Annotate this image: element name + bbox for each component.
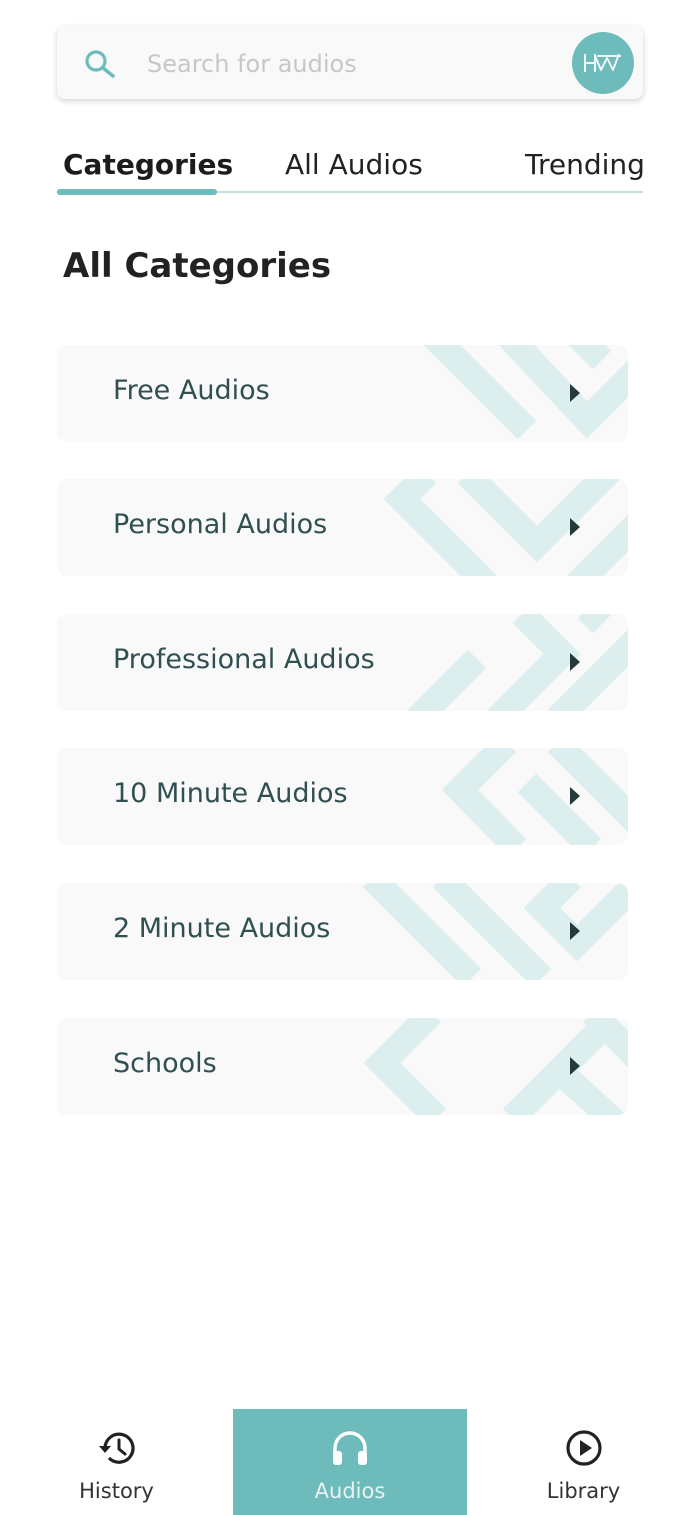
category-label: Schools [113,1048,217,1079]
tab-categories[interactable]: Categories [63,148,233,181]
play-arrow-icon [570,518,580,536]
nav-label: Library [546,1479,621,1503]
nav-audios[interactable]: Audios [233,1409,467,1515]
category-label: 2 Minute Audios [113,913,331,944]
search-input[interactable] [145,44,549,84]
play-arrow-icon [570,653,580,671]
nav-library[interactable]: Library [467,1409,700,1515]
brand-logo-icon [584,53,621,72]
headphones-icon [333,1431,367,1465]
category-card-2-minute-audios[interactable]: 2 Minute Audios [57,883,628,980]
play-circle-icon [565,1430,602,1466]
category-card-professional-audios[interactable]: Professional Audios [57,614,628,711]
brand-logo-button[interactable] [572,32,634,94]
search-bar[interactable] [57,26,643,99]
nav-label: Audios [314,1479,386,1503]
play-arrow-icon [570,787,580,805]
category-card-schools[interactable]: Schools [57,1018,628,1115]
tab-trending[interactable]: Trending [525,148,645,181]
nav-label: History [79,1479,154,1503]
category-label: 10 Minute Audios [113,778,348,809]
active-tab-indicator [57,189,217,195]
section-title: All Categories [63,246,332,286]
search-icon[interactable] [83,49,117,79]
nav-history[interactable]: History [0,1409,233,1515]
category-label: Professional Audios [113,644,375,675]
category-label: Personal Audios [113,509,328,540]
category-card-10-minute-audios[interactable]: 10 Minute Audios [57,748,628,845]
tab-bar: Categories All Audios Trending [57,140,645,196]
bottom-navigation: History Audios Library [0,1409,700,1515]
play-arrow-icon [570,384,580,402]
category-label: Free Audios [113,375,270,406]
audios-screen: Categories All Audios Trending All Categ… [0,0,700,1515]
category-card-free-audios[interactable]: Free Audios [57,345,628,442]
tab-all-audios[interactable]: All Audios [285,148,423,181]
history-icon [98,1432,135,1464]
play-arrow-icon [570,922,580,940]
category-card-personal-audios[interactable]: Personal Audios [57,479,628,576]
play-arrow-icon [570,1057,580,1075]
